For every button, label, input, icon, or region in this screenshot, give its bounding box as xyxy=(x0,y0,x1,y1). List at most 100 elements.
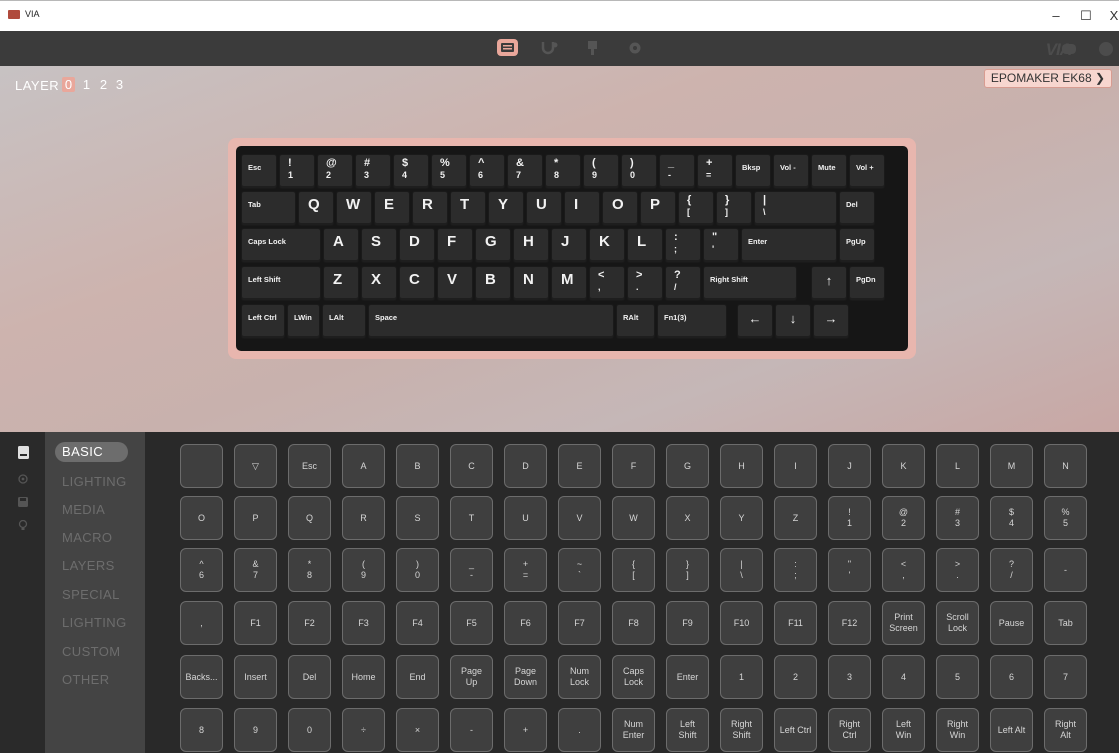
keycode-button[interactable]: U xyxy=(504,496,547,540)
keycode-button[interactable]: T xyxy=(450,496,493,540)
keycode-button[interactable]: O xyxy=(180,496,223,540)
keycode-button[interactable]: W xyxy=(612,496,655,540)
keycode-button[interactable]: L xyxy=(936,444,979,488)
keycode-button[interactable]: Right Ctrl xyxy=(828,708,871,752)
keycode-button[interactable]: . xyxy=(558,708,601,752)
keycode-button[interactable]: Backs... xyxy=(180,655,223,699)
key-row4-8[interactable]: <, xyxy=(589,266,625,301)
key-row2-2[interactable]: W xyxy=(336,191,372,226)
key-row4-5[interactable]: B xyxy=(475,266,511,301)
keycode-button[interactable]: F4 xyxy=(396,601,439,645)
keycode-button[interactable]: Num Enter xyxy=(612,708,655,752)
keycode-button[interactable]: 8 xyxy=(180,708,223,752)
key-row3-6[interactable]: H xyxy=(513,228,549,263)
key-row5-7[interactable]: ↓ xyxy=(775,304,811,339)
key-row1-0[interactable]: Esc xyxy=(241,154,277,189)
key-row1-2[interactable]: @2 xyxy=(317,154,353,189)
keycode-button[interactable]: Q xyxy=(288,496,331,540)
keycode-button[interactable]: : ; xyxy=(774,548,817,592)
keycode-button[interactable]: F9 xyxy=(666,601,709,645)
key-row1-15[interactable]: Mute xyxy=(811,154,847,189)
keycode-button[interactable]: F12 xyxy=(828,601,871,645)
category-custom[interactable]: CUSTOM xyxy=(62,644,121,659)
key-row5-8[interactable]: → xyxy=(813,304,849,339)
key-row3-9[interactable]: L xyxy=(627,228,663,263)
keycode-button[interactable]: F11 xyxy=(774,601,817,645)
keycode-button[interactable]: Left Ctrl xyxy=(774,708,817,752)
key-row1-5[interactable]: % 5 xyxy=(431,154,467,189)
keycode-button[interactable]: # 3 xyxy=(936,496,979,540)
keycode-button[interactable]: ) 0 xyxy=(396,548,439,592)
key-row3-8[interactable]: K xyxy=(589,228,625,263)
key-row2-0[interactable]: Tab xyxy=(241,191,296,226)
keycode-button[interactable]: @ 2 xyxy=(882,496,925,540)
key-row4-4[interactable]: V xyxy=(437,266,473,301)
maximize-button[interactable]: ☐ xyxy=(1072,6,1100,26)
key-row4-1[interactable]: Z xyxy=(323,266,359,301)
key-row1-7[interactable]: & 7 xyxy=(507,154,543,189)
settings-tab[interactable] xyxy=(626,39,646,57)
key-row1-6[interactable]: ^ 6 xyxy=(469,154,505,189)
key-row3-10[interactable]: :; xyxy=(665,228,701,263)
minimize-button[interactable]: – xyxy=(1042,6,1070,26)
keycode-button[interactable]: P xyxy=(234,496,277,540)
key-row2-10[interactable]: P xyxy=(640,191,676,226)
key-row4-7[interactable]: M xyxy=(551,266,587,301)
category-layers[interactable]: LAYERS xyxy=(62,558,115,573)
keycode-button[interactable]: F3 xyxy=(342,601,385,645)
key-row3-5[interactable]: G xyxy=(475,228,511,263)
key-row4-12[interactable]: ↑ xyxy=(811,266,847,301)
key-row4-0[interactable]: Left Shift xyxy=(241,266,321,301)
keycode-button[interactable]: B xyxy=(396,444,439,488)
keycode-button[interactable]: ~ ` xyxy=(558,548,601,592)
keycode-button[interactable]: I xyxy=(774,444,817,488)
key-row4-6[interactable]: N xyxy=(513,266,549,301)
category-macro[interactable]: MACRO xyxy=(62,530,112,545)
save-panel-icon[interactable] xyxy=(18,497,28,507)
keycode-button[interactable]: ^ 6 xyxy=(180,548,223,592)
keycode-button[interactable]: Esc xyxy=(288,444,331,488)
keycode-button[interactable]: Home xyxy=(342,655,385,699)
keycode-button[interactable]: ▽ xyxy=(234,444,277,488)
keycode-button[interactable]: { [ xyxy=(612,548,655,592)
key-row3-0[interactable]: Caps Lock xyxy=(241,228,321,263)
key-row5-1[interactable]: LWin xyxy=(287,304,320,339)
key-row4-3[interactable]: C xyxy=(399,266,435,301)
key-row3-4[interactable]: F xyxy=(437,228,473,263)
keycode-button[interactable]: 7 xyxy=(1044,655,1087,699)
keycode-button[interactable]: A xyxy=(342,444,385,488)
keycode-button[interactable]: ? / xyxy=(990,548,1033,592)
key-row2-14[interactable]: Del xyxy=(839,191,875,226)
key-row1-13[interactable]: Bksp xyxy=(735,154,771,189)
keycode-button[interactable]: Right Alt xyxy=(1044,708,1087,752)
lighting-panel-icon[interactable] xyxy=(18,474,28,484)
keycode-button[interactable]: + = xyxy=(504,548,547,592)
keycode-button[interactable]: Pause xyxy=(990,601,1033,645)
key-row5-2[interactable]: LAlt xyxy=(322,304,366,339)
key-row5-4[interactable]: RAlt xyxy=(616,304,655,339)
keycode-button[interactable]: F7 xyxy=(558,601,601,645)
keycode-button[interactable]: & 7 xyxy=(234,548,277,592)
key-row5-3[interactable]: Space xyxy=(368,304,614,339)
keycode-button[interactable]: Left Shift xyxy=(666,708,709,752)
key-row4-11[interactable]: Right Shift xyxy=(703,266,797,301)
keycode-button[interactable]: ( 9 xyxy=(342,548,385,592)
keycode-button[interactable]: Insert xyxy=(234,655,277,699)
keycode-button[interactable]: , xyxy=(180,601,223,645)
discord-icon[interactable] xyxy=(1061,43,1077,55)
layer-2-button[interactable]: 2 xyxy=(97,77,110,92)
layer-3-button[interactable]: 3 xyxy=(113,77,126,92)
close-button[interactable]: X xyxy=(1100,6,1119,26)
keycode-button[interactable]: × xyxy=(396,708,439,752)
keycode-button[interactable]: Left Alt xyxy=(990,708,1033,752)
keycode-button[interactable]: > . xyxy=(936,548,979,592)
keycode-button[interactable]: Scroll Lock xyxy=(936,601,979,645)
key-row2-1[interactable]: Q xyxy=(298,191,334,226)
layer-0-button[interactable]: 0 xyxy=(62,77,75,92)
keycode-button[interactable]: - xyxy=(450,708,493,752)
key-row4-9[interactable]: >. xyxy=(627,266,663,301)
key-row2-11[interactable]: {[ xyxy=(678,191,714,226)
keycode-button[interactable]: Z xyxy=(774,496,817,540)
keycode-button[interactable]: 6 xyxy=(990,655,1033,699)
keycode-button[interactable]: - xyxy=(1044,548,1087,592)
